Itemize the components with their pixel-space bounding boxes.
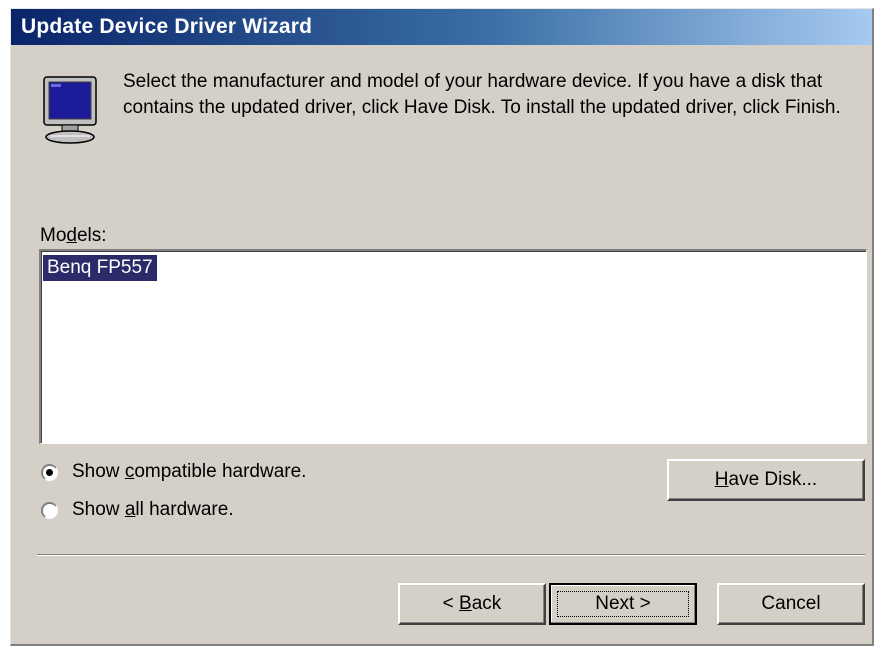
- have-disk-button[interactable]: Have Disk...: [667, 459, 865, 501]
- instruction-text: Select the manufacturer and model of you…: [123, 71, 841, 118]
- back-label: < Back: [442, 593, 502, 614]
- show-all-label: Show all hardware.: [72, 499, 234, 520]
- radio-button-unchecked[interactable]: [41, 501, 58, 519]
- models-listbox[interactable]: Benq FP557: [39, 249, 867, 444]
- window-title: Update Device Driver Wizard: [21, 15, 313, 38]
- separator: [37, 554, 865, 556]
- models-label: Models:: [40, 225, 107, 246]
- next-button[interactable]: Next >: [549, 583, 697, 625]
- show-compatible-radio[interactable]: Show compatible hardware.: [41, 461, 306, 483]
- focus-ring: [557, 591, 689, 617]
- show-compatible-label: Show compatible hardware.: [72, 461, 307, 482]
- cancel-label: Cancel: [761, 593, 821, 614]
- have-disk-label: Have Disk...: [714, 469, 818, 490]
- show-all-radio[interactable]: Show all hardware.: [41, 499, 234, 521]
- back-button[interactable]: < Back: [398, 583, 546, 625]
- monitor-icon: [43, 76, 97, 144]
- list-item-selected[interactable]: Benq FP557: [43, 255, 157, 281]
- cancel-button[interactable]: Cancel: [717, 583, 865, 625]
- wizard-window: Update Device Driver Wizard Select the m…: [10, 8, 874, 646]
- radio-button-checked[interactable]: [41, 463, 58, 481]
- title-bar[interactable]: Update Device Driver Wizard: [11, 9, 872, 45]
